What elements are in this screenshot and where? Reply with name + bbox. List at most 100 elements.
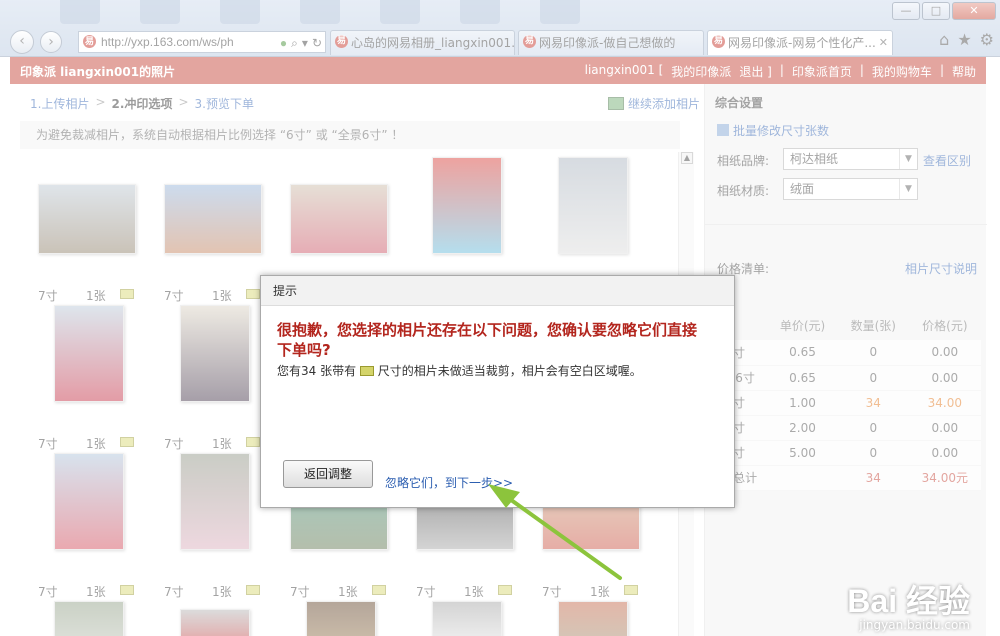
ignore-next-link[interactable]: 忽略它们，到下一步>> <box>385 474 513 491</box>
help-link[interactable]: 帮助 <box>952 63 976 80</box>
photo-size[interactable]: 7寸 <box>164 287 184 304</box>
quality-warning-icon <box>246 437 260 447</box>
photo-thumbnail[interactable] <box>180 609 250 636</box>
forward-nav-icon[interactable]: › <box>40 31 62 53</box>
view-diff-link[interactable]: 查看区别 <box>923 152 971 169</box>
back-nav-icon[interactable]: ‹ <box>10 30 34 54</box>
settings-gear-icon[interactable]: ⚙ <box>980 30 994 49</box>
taskbar-item[interactable] <box>540 0 580 24</box>
settings-title: 综合设置 <box>715 96 764 110</box>
divider: | <box>859 63 864 77</box>
compat-icon[interactable]: ● <box>280 33 287 52</box>
photo-card[interactable]: 7寸2张 <box>290 157 410 303</box>
site-topbar: 印象派 liangxin001的照片 liangxin001 [ 我的印像派 退… <box>10 57 986 84</box>
photo-qty[interactable]: 1张 <box>86 435 106 452</box>
dropdown-icon[interactable]: ▾ <box>302 33 308 52</box>
minimize-button[interactable]: — <box>892 2 920 20</box>
close-tab-icon[interactable]: ✕ <box>879 31 888 55</box>
netease-favicon-icon: 易 <box>83 35 96 48</box>
paper-material-label: 相纸材质: <box>717 184 770 198</box>
address-bar[interactable]: 易 http://yxp.163.com/ws/ph ● ⌕ ▾ ↻ <box>78 31 326 53</box>
maximize-button[interactable]: □ <box>922 2 950 20</box>
paper-material-select[interactable]: 绒面 ▼ <box>783 178 918 200</box>
photo-card[interactable] <box>432 601 552 636</box>
photo-card[interactable]: 7寸1张 <box>416 157 536 303</box>
taskbar-item[interactable] <box>380 0 420 24</box>
user-link[interactable]: liangxin001 [ <box>585 63 664 80</box>
table-row: 寸 5.00 0 0.00 <box>711 440 981 466</box>
add-photo-link[interactable]: 继续添加相片 <box>607 95 700 112</box>
back-adjust-button[interactable]: 返回调整 <box>283 460 373 488</box>
taskbar-item[interactable] <box>140 0 180 24</box>
close-window-button[interactable]: ✕ <box>952 2 996 20</box>
photo-card[interactable]: 7寸1张 <box>542 157 662 303</box>
search-icon[interactable]: ⌕ <box>291 33 298 52</box>
size-help-link[interactable]: 相片尺寸说明 <box>905 260 977 277</box>
yxp-home-link[interactable]: 印象派首页 <box>792 63 852 80</box>
photo-thumbnail[interactable] <box>306 601 376 636</box>
step-preview-order[interactable]: 3.预览下单 <box>195 95 254 112</box>
photo-thumbnail[interactable] <box>180 453 250 550</box>
photo-thumbnail[interactable] <box>432 601 502 636</box>
cart-link[interactable]: 我的购物车 <box>872 63 932 80</box>
photo-size[interactable]: 7寸 <box>416 583 436 600</box>
photo-thumbnail[interactable] <box>54 601 124 636</box>
batch-edit-link[interactable]: 批量修改尺寸张数 <box>717 122 829 139</box>
paper-brand-select[interactable]: 柯达相纸 ▼ <box>783 148 918 170</box>
photo-card[interactable]: 7寸 1张 <box>164 157 284 303</box>
photo-card[interactable] <box>180 601 300 636</box>
photo-card[interactable]: 7寸 1张 <box>38 305 158 451</box>
taskbar-item[interactable] <box>300 0 340 24</box>
photo-card[interactable] <box>558 601 678 636</box>
photo-thumbnail[interactable] <box>290 184 388 254</box>
step-upload[interactable]: 1.上传相片 <box>30 95 89 112</box>
tab-yxp-home[interactable]: 易 网易印像派-做自己想做的 <box>518 30 704 55</box>
photo-thumbnail[interactable] <box>54 305 124 402</box>
photo-size[interactable]: 7寸 <box>290 583 310 600</box>
home-icon[interactable]: ⌂ <box>939 30 949 49</box>
price-unit: 1.00 <box>767 390 838 416</box>
photo-card[interactable]: 7寸 1张 <box>38 157 158 303</box>
quality-warning-icon <box>246 585 260 595</box>
photo-qty[interactable]: 1张 <box>86 287 106 304</box>
taskbar-item[interactable] <box>60 0 100 24</box>
breadcrumb: 1.上传相片 > 2.冲印选项 > 3.预览下单 <box>30 95 254 112</box>
taskbar-item[interactable] <box>460 0 500 24</box>
taskbar-strip <box>60 0 580 24</box>
photo-size[interactable]: 7寸 <box>38 583 58 600</box>
refresh-icon[interactable]: ↻ <box>312 33 322 52</box>
photo-size[interactable]: 7寸 <box>164 435 184 452</box>
detail-suffix: 尺寸的相片未做适当裁剪，相片会有空白区域喔。 <box>377 364 642 378</box>
photo-qty[interactable]: 1张 <box>86 583 106 600</box>
photo-size[interactable]: 7寸 <box>38 435 58 452</box>
tab-album[interactable]: 易 心岛的网易相册_liangxin001... <box>330 30 515 55</box>
photo-card[interactable]: 7寸 1张 <box>38 453 158 599</box>
photo-qty[interactable]: 1张 <box>464 583 484 600</box>
photo-qty[interactable]: 1张 <box>338 583 358 600</box>
photo-thumbnail[interactable] <box>432 157 502 254</box>
photo-thumbnail[interactable] <box>558 601 628 636</box>
photo-thumbnail[interactable] <box>54 453 124 550</box>
price-header: 数量(张) <box>850 318 896 333</box>
price-total: 34.00元 <box>908 465 981 491</box>
logout-link[interactable]: 退出 ] <box>739 63 772 80</box>
photo-thumbnail[interactable] <box>180 305 250 402</box>
scroll-up-icon[interactable]: ▲ <box>681 152 693 164</box>
photo-qty[interactable]: 1张 <box>212 287 232 304</box>
photo-qty[interactable]: 1张 <box>590 583 610 600</box>
photo-qty[interactable]: 1张 <box>212 435 232 452</box>
chevron-down-icon: ▼ <box>899 149 917 169</box>
photo-size[interactable]: 7寸 <box>38 287 58 304</box>
photo-thumbnail[interactable] <box>38 184 136 254</box>
photo-thumbnail[interactable] <box>164 184 262 254</box>
taskbar-item[interactable] <box>220 0 260 24</box>
photo-thumbnail[interactable] <box>558 157 628 254</box>
my-yxp-link[interactable]: 我的印像派 <box>671 63 731 80</box>
photo-card[interactable] <box>306 601 426 636</box>
photo-qty[interactable]: 1张 <box>212 583 232 600</box>
photo-size[interactable]: 7寸 <box>164 583 184 600</box>
photo-size[interactable]: 7寸 <box>542 583 562 600</box>
photo-card[interactable] <box>54 601 174 636</box>
tab-yxp-product[interactable]: 易 网易印像派-网易个性化产... ✕ <box>707 30 893 55</box>
favorites-star-icon[interactable]: ★ <box>957 30 971 49</box>
